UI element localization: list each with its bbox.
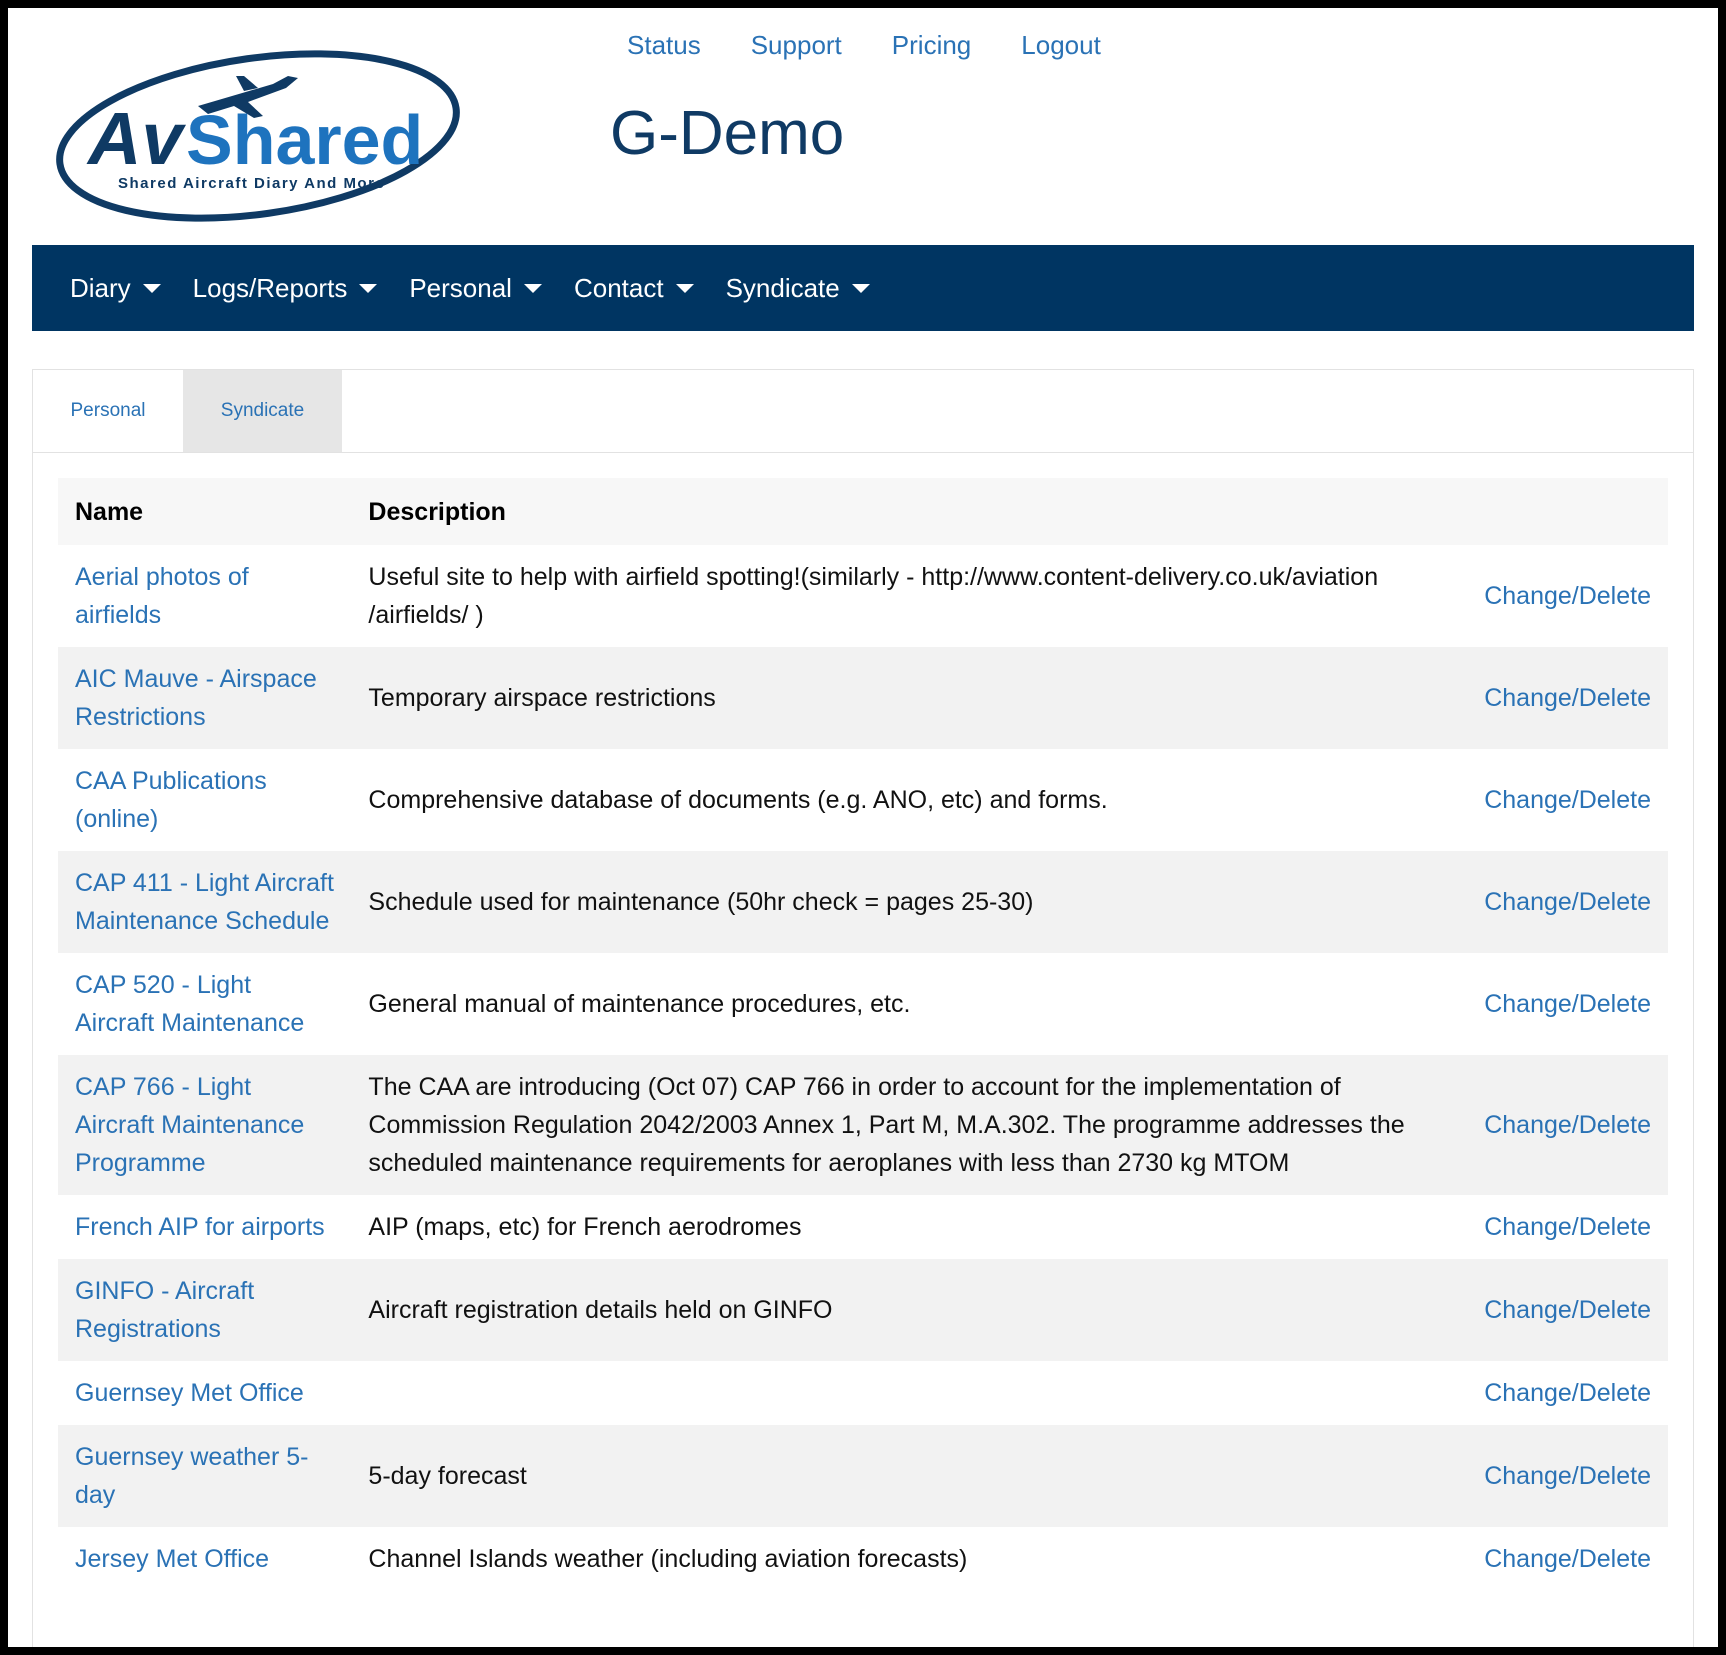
table-row: CAP 411 - Light Aircraft Maintenance Sch… — [58, 851, 1668, 953]
svg-text:Shared: Shared — [186, 101, 423, 179]
link-description: Temporary airspace restrictions — [368, 684, 716, 712]
nav-logs-reports-label: Logs/Reports — [192, 272, 348, 303]
nav-syndicate[interactable]: Syndicate — [726, 273, 870, 304]
header-description: Description — [351, 478, 1468, 545]
link-description: Useful site to help with airfield spotti… — [368, 563, 1379, 629]
nav-diary-label: Diary — [70, 272, 131, 303]
table-row: French AIP for airports AIP (maps, etc) … — [58, 1195, 1668, 1259]
change-delete-link[interactable]: Change/Delete — [1484, 582, 1651, 610]
nav-contact-label: Contact — [573, 272, 664, 303]
caret-down-icon — [851, 283, 870, 293]
table-row: CAP 766 - Light Aircraft Maintenance Pro… — [58, 1055, 1668, 1195]
logout-link[interactable]: Logout — [1021, 30, 1101, 61]
link-name[interactable]: Guernsey Met Office — [75, 1379, 304, 1407]
nav-diary[interactable]: Diary — [70, 273, 161, 304]
change-delete-link[interactable]: Change/Delete — [1484, 990, 1651, 1018]
link-description: The CAA are introducing (Oct 07) CAP 766… — [368, 1073, 1405, 1177]
avshared-logo[interactable]: Av Shared Shared Aircraft Diary And More — [48, 36, 478, 236]
link-description: Channel Islands weather (including aviat… — [368, 1545, 968, 1573]
change-delete-link[interactable]: Change/Delete — [1484, 684, 1651, 712]
link-description: AIP (maps, etc) for French aerodromes — [368, 1213, 802, 1241]
table-row: GINFO - Aircraft Registrations Aircraft … — [58, 1259, 1668, 1361]
link-name[interactable]: CAP 766 - Light Aircraft Maintenance Pro… — [75, 1073, 304, 1177]
link-name[interactable]: GINFO - Aircraft Registrations — [75, 1277, 254, 1343]
change-delete-link[interactable]: Change/Delete — [1484, 1545, 1651, 1573]
link-description: Schedule used for maintenance (50hr chec… — [368, 888, 1034, 916]
top-links: Status Support Pricing Logout — [627, 30, 1151, 61]
table-row: Guernsey Met Office Change/Delete — [58, 1361, 1668, 1425]
link-description: General manual of maintenance procedures… — [368, 990, 911, 1018]
nav-syndicate-label: Syndicate — [725, 272, 840, 303]
link-name[interactable]: CAP 411 - Light Aircraft Maintenance Sch… — [75, 869, 334, 935]
change-delete-link[interactable]: Change/Delete — [1484, 1296, 1651, 1324]
page-frame: Av Shared Shared Aircraft Diary And More… — [0, 0, 1726, 1655]
change-delete-link[interactable]: Change/Delete — [1484, 1213, 1651, 1241]
change-delete-link[interactable]: Change/Delete — [1484, 888, 1651, 916]
links-table: Name Description Aerial photos of airfie… — [58, 478, 1668, 1591]
link-name[interactable]: Guernsey weather 5-day — [75, 1443, 308, 1509]
table-row: CAP 520 - Light Aircraft Maintenance Gen… — [58, 953, 1668, 1055]
link-name[interactable]: CAA Publications (online) — [75, 767, 267, 833]
status-link[interactable]: Status — [627, 30, 701, 61]
caret-down-icon — [523, 283, 542, 293]
table-row: Guernsey weather 5-day 5-day forecast Ch… — [58, 1425, 1668, 1527]
nav-personal[interactable]: Personal — [409, 273, 542, 304]
header-action — [1467, 478, 1668, 545]
link-name[interactable]: Aerial photos of airfields — [75, 563, 249, 629]
link-name[interactable]: French AIP for airports — [75, 1213, 325, 1241]
page-title: G-Demo — [610, 99, 845, 168]
change-delete-link[interactable]: Change/Delete — [1484, 1111, 1651, 1139]
change-delete-link[interactable]: Change/Delete — [1484, 1462, 1651, 1490]
link-name[interactable]: AIC Mauve - Airspace Restrictions — [75, 665, 317, 731]
table-row: AIC Mauve - Airspace Restrictions Tempor… — [58, 647, 1668, 749]
caret-down-icon — [359, 283, 378, 293]
tab-bar: Personal Syndicate — [33, 370, 1693, 453]
support-link[interactable]: Support — [751, 30, 842, 61]
link-description: Comprehensive database of documents (e.g… — [368, 786, 1108, 814]
main-navbar: Diary Logs/Reports Personal Contact Synd… — [32, 245, 1694, 331]
link-description: 5-day forecast — [368, 1462, 527, 1490]
change-delete-link[interactable]: Change/Delete — [1484, 1379, 1651, 1407]
tab-syndicate[interactable]: Syndicate — [183, 370, 342, 452]
link-name[interactable]: Jersey Met Office — [75, 1545, 269, 1573]
table-row: Aerial photos of airfields Useful site t… — [58, 545, 1668, 647]
link-name[interactable]: CAP 520 - Light Aircraft Maintenance — [75, 971, 304, 1037]
link-description: Aircraft registration details held on GI… — [368, 1296, 833, 1324]
logo-wordmark: Av — [86, 97, 186, 180]
table-row: CAA Publications (online) Comprehensive … — [58, 749, 1668, 851]
nav-logs-reports[interactable]: Logs/Reports — [193, 273, 378, 304]
table-header-row: Name Description — [58, 478, 1668, 545]
nav-contact[interactable]: Contact — [574, 273, 694, 304]
links-card: Personal Syndicate Name Description Aeri… — [32, 369, 1694, 1647]
caret-down-icon — [142, 283, 161, 293]
table-row: Jersey Met Office Channel Islands weathe… — [58, 1527, 1668, 1591]
header-name: Name — [58, 478, 352, 545]
logo-tagline: Shared Aircraft Diary And More — [118, 175, 385, 192]
tab-personal[interactable]: Personal — [33, 370, 183, 452]
caret-down-icon — [675, 283, 694, 293]
change-delete-link[interactable]: Change/Delete — [1484, 786, 1651, 814]
pricing-link[interactable]: Pricing — [892, 30, 971, 61]
nav-personal-label: Personal — [409, 272, 512, 303]
